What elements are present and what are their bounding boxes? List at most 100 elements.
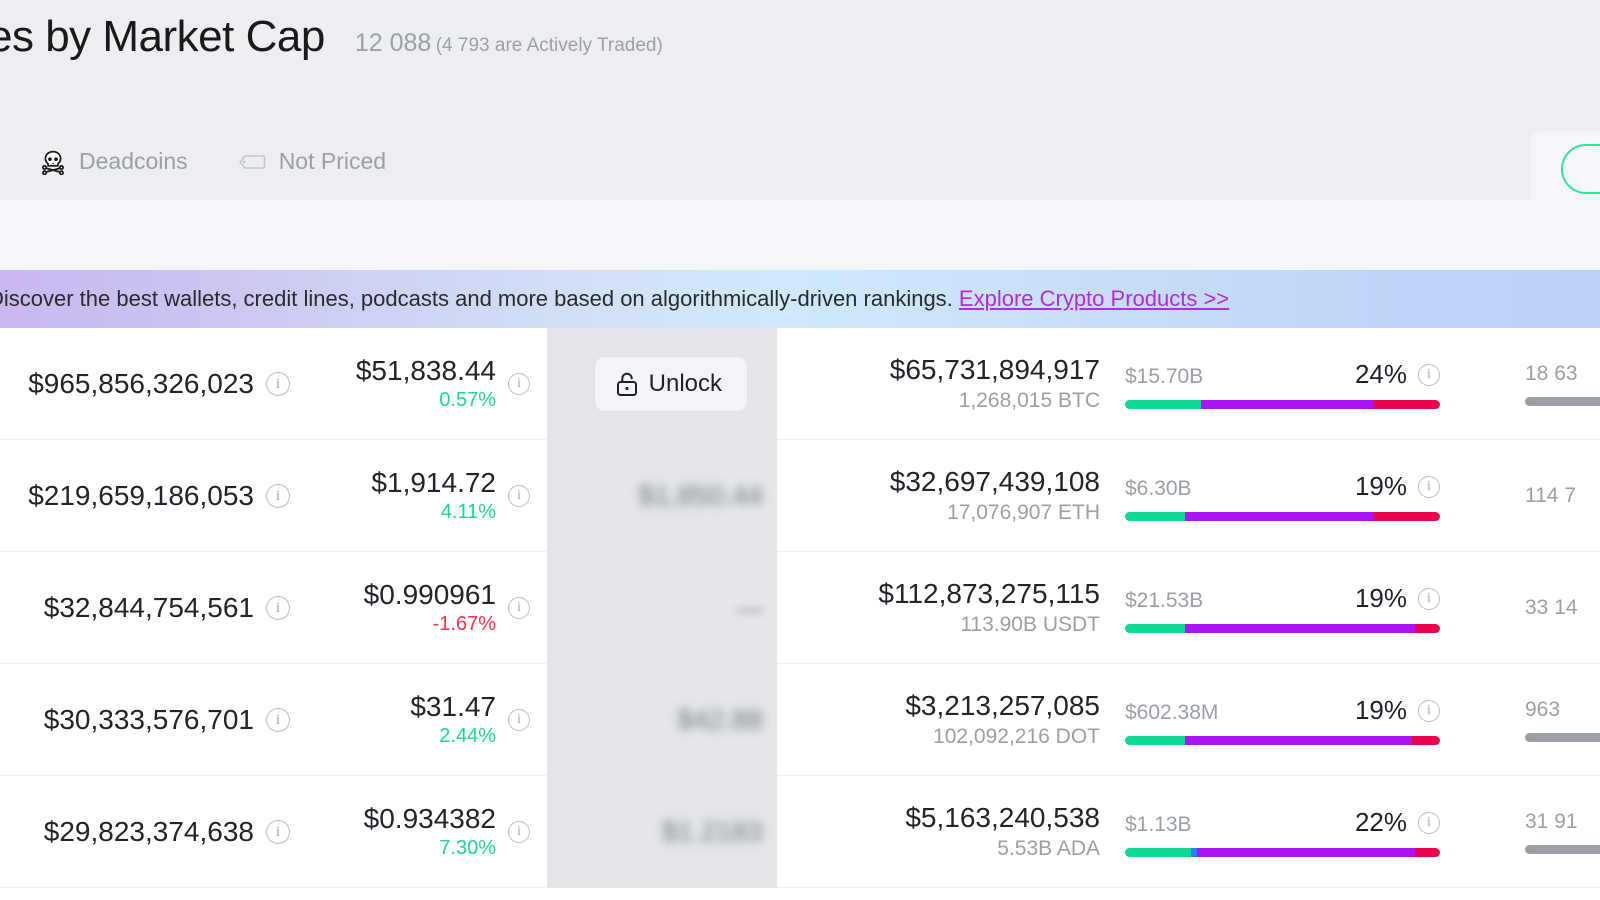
promo-banner: Discover the best wallets, credit lines,… (0, 270, 1600, 328)
price-change: 7.30% (439, 836, 496, 859)
supply-value: 33 14 (1525, 596, 1578, 619)
liquidity-percent: 24% (1354, 359, 1407, 389)
info-icon[interactable]: i (266, 596, 290, 620)
supply-value: 31 91 (1525, 810, 1578, 833)
liquidity-bar (1125, 624, 1440, 633)
locked-price-cell: Unlock (547, 328, 777, 440)
liquidity-amount: $15.70B (1125, 365, 1204, 388)
table-row[interactable]: $32,844,754,561 i $0.990961 -1.67% i — $112,87… (0, 552, 1600, 664)
info-icon[interactable]: i (1418, 475, 1440, 498)
unlock-button[interactable]: Unlock (593, 356, 748, 412)
tag-icon (238, 152, 266, 172)
market-cap-value: $30,333,576,701 (43, 704, 254, 735)
info-icon[interactable]: i (508, 485, 530, 507)
volume-value: $3,213,257,085 (905, 690, 1100, 722)
table-row[interactable]: $965,856,326,023 i $51,838.44 0.57% i Unlock $… (0, 328, 1600, 440)
liquidity-cell: $6.30B 19% i (1125, 440, 1515, 552)
volume-native-amount: 113.90B USDT (960, 612, 1100, 636)
market-cap-cell: $219,659,186,053 i (0, 440, 290, 552)
info-icon[interactable]: i (1418, 699, 1440, 722)
volume-cell: $32,697,439,108 17,076,907 ETH (790, 440, 1100, 552)
info-icon[interactable]: i (1418, 811, 1440, 834)
liquidity-pct-wrap: 19% i (1355, 695, 1440, 726)
price-value: $51,838.44 (355, 355, 496, 387)
liquidity-block: $21.53B 19% i (1125, 583, 1440, 633)
market-cap-cell: $965,856,326,023 i (0, 328, 290, 440)
title-row: es by Market Cap 12 088 (4 793 are Activ… (0, 12, 663, 62)
price-cell: $31.47 2.44% i (300, 664, 530, 776)
liquidity-header: $602.38M 19% i (1125, 695, 1440, 726)
volume-cell: $112,873,275,115 113.90B USDT (790, 552, 1100, 664)
locked-blurred-value: $1,850.44 (638, 480, 763, 511)
info-icon[interactable]: i (508, 597, 530, 619)
liquidity-percent: 22% (1354, 807, 1407, 837)
locked-blurred-value: $1.2183 (661, 816, 763, 847)
liquidity-bar-segment-green (1125, 736, 1185, 745)
volume-cell: $3,213,257,085 102,092,216 DOT (790, 664, 1100, 776)
price-cell: $1,914.72 4.11% i (300, 440, 530, 552)
coins-table: $965,856,326,023 i $51,838.44 0.57% i Unlock $… (0, 328, 1600, 888)
liquidity-cell: $15.70B 24% i (1125, 328, 1515, 440)
supply-value: 18 63 (1525, 362, 1578, 385)
liquidity-amount: $21.53B (1125, 589, 1204, 612)
liquidity-block: $6.30B 19% i (1125, 471, 1440, 521)
filters-row: Deadcoins Not Priced (40, 148, 386, 175)
liquidity-bar-segment-purple (1200, 400, 1374, 409)
info-icon[interactable]: i (508, 709, 530, 731)
info-icon[interactable]: i (266, 708, 290, 732)
liquidity-bar-segment-purple (1184, 624, 1415, 633)
price-cell: $0.990961 -1.67% i (300, 552, 530, 664)
market-cap-cell: $32,844,754,561 i (0, 552, 290, 664)
liquidity-bar-segment-purple (1184, 736, 1412, 745)
volume-native-amount: 17,076,907 ETH (947, 500, 1100, 524)
price-value: $1,914.72 (371, 467, 496, 499)
info-icon[interactable]: i (508, 821, 530, 843)
market-cap-value: $32,844,754,561 (43, 592, 254, 623)
liquidity-bar (1125, 512, 1440, 521)
liquidity-bar-segment-green (1125, 848, 1192, 857)
price-value: $0.934382 (363, 803, 496, 835)
volume-native-amount: 1,268,015 BTC (958, 388, 1100, 412)
info-icon[interactable]: i (1418, 587, 1440, 610)
info-icon[interactable]: i (1418, 363, 1440, 386)
liquidity-bar-segment-purple (1197, 848, 1415, 857)
liquidity-pct-wrap: 19% i (1355, 583, 1440, 614)
price-change: 2.44% (439, 724, 496, 747)
toolbar-spacer (0, 200, 1600, 270)
info-icon[interactable]: i (508, 373, 530, 395)
info-icon[interactable]: i (266, 484, 290, 508)
price-stack: $1,914.72 4.11% (371, 467, 496, 524)
info-icon[interactable]: i (266, 372, 290, 396)
locked-price-cell: $1.2183 (547, 776, 777, 888)
coin-count-active: (4 793 are Actively Traded) (435, 35, 663, 56)
locked-blurred-value: $42.88 (677, 704, 763, 735)
supply-bar (1525, 397, 1600, 406)
supply-cell: 31 91 (1520, 776, 1600, 888)
liquidity-bar-segment-red (1414, 624, 1440, 633)
liquidity-bar-segment-purple (1184, 512, 1374, 521)
market-cap-value: $219,659,186,053 (28, 480, 254, 511)
filter-deadcoins[interactable]: Deadcoins (40, 148, 188, 175)
liquidity-bar-segment-green (1125, 400, 1201, 409)
table-row[interactable]: $30,333,576,701 i $31.47 2.44% i $42.88 $3,213… (0, 664, 1600, 776)
promo-banner-text: Discover the best wallets, credit lines,… (0, 286, 1229, 312)
table-row[interactable]: $29,823,374,638 i $0.934382 7.30% i $1.2183 $5… (0, 776, 1600, 888)
supply-cell: 114 7 (1520, 440, 1600, 552)
lock-icon (616, 371, 638, 397)
explore-crypto-products-link[interactable]: Explore Crypto Products >> (959, 286, 1229, 311)
filter-not-priced[interactable]: Not Priced (238, 148, 386, 175)
supply-cell: 33 14 (1520, 552, 1600, 664)
liquidity-header: $1.13B 22% i (1125, 807, 1440, 838)
info-icon[interactable]: i (266, 820, 290, 844)
liquidity-bar-segment-red (1373, 400, 1440, 409)
liquidity-percent: 19% (1354, 695, 1407, 725)
table-row[interactable]: $219,659,186,053 i $1,914.72 4.11% i $1,850.4… (0, 440, 1600, 552)
liquidity-header: $6.30B 19% i (1125, 471, 1440, 502)
price-change: -1.67% (432, 612, 496, 635)
liquidity-header: $21.53B 19% i (1125, 583, 1440, 614)
page-header: es by Market Cap 12 088 (4 793 are Activ… (0, 0, 1600, 207)
supply-bar (1525, 733, 1600, 742)
price-change: 4.11% (440, 500, 496, 523)
liquidity-bar (1125, 400, 1440, 409)
skull-icon (40, 149, 66, 175)
